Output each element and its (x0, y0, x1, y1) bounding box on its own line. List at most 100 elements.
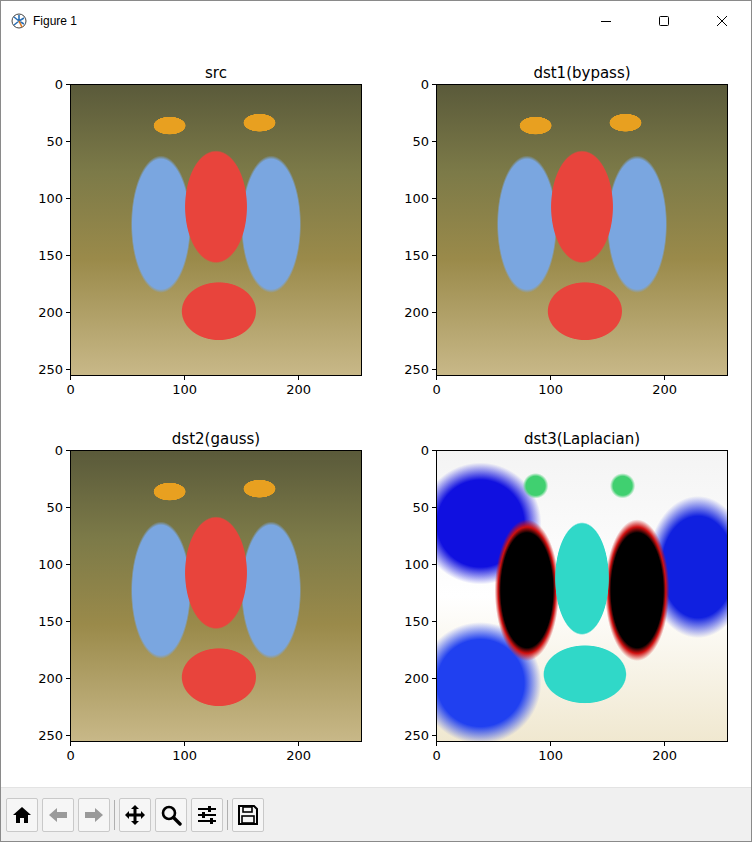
x-tick-mark (436, 376, 437, 380)
pan-icon (124, 804, 146, 826)
y-tick-label: 200 (404, 671, 429, 687)
x-tick-mark (664, 742, 665, 746)
y-tick-mark (432, 507, 436, 508)
window-title: Figure 1 (33, 12, 77, 30)
y-tick-label: 150 (38, 248, 63, 264)
y-tick-mark (432, 450, 436, 451)
x-tick-label: 0 (66, 382, 74, 398)
y-tick-mark (432, 678, 436, 679)
back-icon (47, 804, 69, 826)
toolbar-group (119, 798, 223, 832)
matplotlib-logo-icon (11, 13, 27, 29)
image-axes (436, 450, 728, 742)
close-icon (716, 15, 728, 27)
toolbar-separator (114, 800, 115, 830)
zoom-icon (160, 804, 182, 826)
x-tick-mark (550, 376, 551, 380)
y-tick-label: 50 (412, 500, 429, 516)
y-tick-mark (66, 198, 70, 199)
x-tick-mark (664, 376, 665, 380)
x-tick-label: 100 (172, 748, 197, 764)
back-button[interactable] (42, 798, 74, 832)
x-tick-mark (298, 376, 299, 380)
y-tick-label: 200 (38, 671, 63, 687)
y-tick-label: 250 (38, 362, 63, 378)
figure-canvas: src0501001502002500100200dst1(bypass)050… (1, 40, 751, 787)
image-axes (70, 450, 362, 742)
x-tick-mark (184, 376, 185, 380)
image-axes (436, 84, 728, 376)
subplot: dst1(bypass)0501001502002500100200 (436, 62, 728, 376)
y-tick-mark (66, 735, 70, 736)
axes-area: 0501001502002500100200 (70, 84, 362, 376)
y-tick-mark (432, 198, 436, 199)
y-tick-mark (432, 369, 436, 370)
y-tick-label: 150 (404, 614, 429, 630)
maximize-icon (658, 15, 670, 27)
home-icon (11, 804, 33, 826)
y-tick-label: 250 (38, 728, 63, 744)
subplot: dst2(gauss)0501001502002500100200 (70, 428, 362, 742)
y-tick-label: 50 (46, 500, 63, 516)
subplot-title: dst2(gauss) (70, 428, 362, 450)
subplot-title: dst3(Laplacian) (436, 428, 728, 450)
subplot-title: dst1(bypass) (436, 62, 728, 84)
x-tick-label: 0 (432, 382, 440, 398)
y-tick-label: 50 (412, 134, 429, 150)
y-tick-mark (66, 84, 70, 85)
x-tick-mark (550, 742, 551, 746)
x-tick-label: 200 (652, 382, 677, 398)
y-tick-mark (432, 312, 436, 313)
y-tick-label: 100 (38, 191, 63, 207)
y-tick-mark (432, 564, 436, 565)
x-tick-mark (70, 742, 71, 746)
y-tick-mark (432, 84, 436, 85)
zoom-button[interactable] (155, 798, 187, 832)
y-tick-label: 50 (46, 134, 63, 150)
x-tick-label: 0 (66, 748, 74, 764)
y-tick-mark (432, 141, 436, 142)
x-tick-label: 100 (172, 382, 197, 398)
y-tick-mark (66, 507, 70, 508)
pan-button[interactable] (119, 798, 151, 832)
toolbar-separator (227, 800, 228, 830)
minimize-button[interactable] (577, 1, 635, 40)
toolbar-group (6, 798, 110, 832)
forward-icon (83, 804, 105, 826)
y-tick-label: 200 (38, 305, 63, 321)
minimize-icon (600, 15, 612, 27)
y-tick-mark (432, 255, 436, 256)
x-tick-label: 0 (432, 748, 440, 764)
home-button[interactable] (6, 798, 38, 832)
y-tick-label: 100 (38, 557, 63, 573)
x-tick-label: 100 (538, 748, 563, 764)
image-axes (70, 84, 362, 376)
y-tick-label: 0 (55, 443, 63, 459)
x-tick-mark (436, 742, 437, 746)
y-tick-mark (66, 141, 70, 142)
y-tick-label: 0 (421, 443, 429, 459)
save-icon (237, 804, 259, 826)
x-tick-mark (70, 376, 71, 380)
y-tick-mark (66, 564, 70, 565)
y-tick-label: 100 (404, 557, 429, 573)
y-tick-mark (66, 621, 70, 622)
y-tick-label: 150 (404, 248, 429, 264)
y-tick-label: 100 (404, 191, 429, 207)
y-tick-label: 250 (404, 362, 429, 378)
y-tick-label: 200 (404, 305, 429, 321)
y-tick-label: 0 (55, 77, 63, 93)
close-button[interactable] (693, 1, 751, 40)
configure-icon (196, 804, 218, 826)
y-tick-mark (66, 255, 70, 256)
y-tick-label: 0 (421, 77, 429, 93)
subplot: dst3(Laplacian)0501001502002500100200 (436, 428, 728, 742)
forward-button[interactable] (78, 798, 110, 832)
axes-area: 0501001502002500100200 (436, 84, 728, 376)
y-tick-mark (66, 312, 70, 313)
title-bar: Figure 1 (1, 1, 751, 40)
y-tick-label: 150 (38, 614, 63, 630)
configure-button[interactable] (191, 798, 223, 832)
save-button[interactable] (232, 798, 264, 832)
maximize-button[interactable] (635, 1, 693, 40)
